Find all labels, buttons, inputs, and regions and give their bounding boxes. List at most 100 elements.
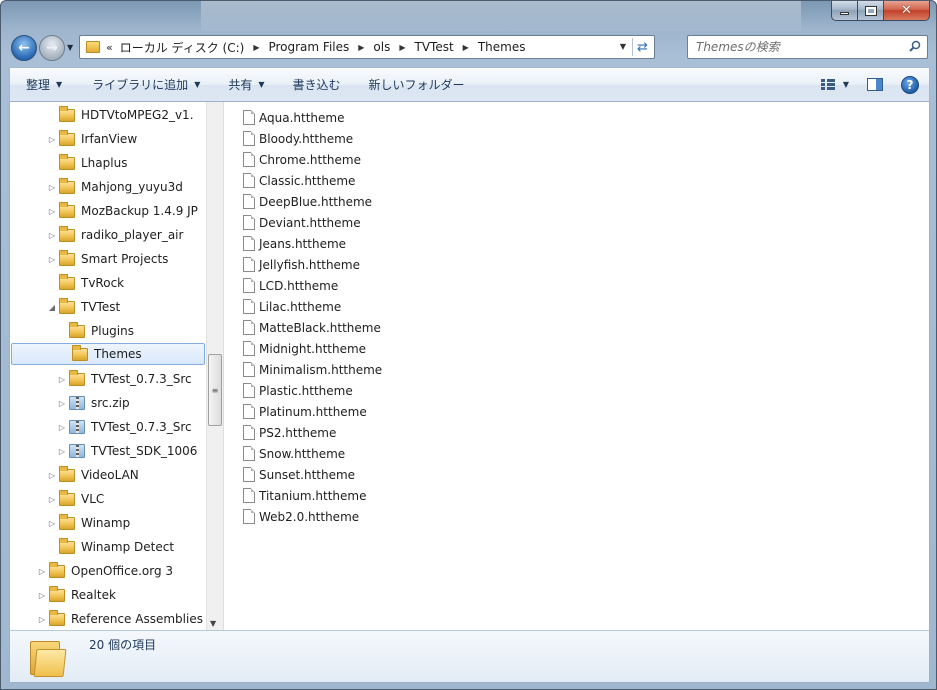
tree-item-label: Themes [94,347,142,361]
breadcrumb-program-files[interactable]: Program Files [268,40,349,54]
views-icon [820,78,835,91]
tree-item[interactable]: ▷ TVTest_SDK_1006 [10,440,206,462]
tree-item[interactable]: ▷ TVTest_0.7.3_Src [10,416,206,438]
tree-expand-icon[interactable]: ▷ [47,135,57,144]
tree-expand-icon[interactable]: ▷ [47,207,57,216]
tree-expand-icon[interactable]: ▷ [37,591,47,600]
breadcrumb-ols[interactable]: ols [373,40,390,54]
add-to-library-menu[interactable]: ライブラリに追加 ▼ [80,68,212,101]
tree-item[interactable]: TvRock [10,272,206,294]
tree-item[interactable]: ▷ IrfanView [10,128,206,150]
tree-item[interactable]: ▷ TVTest_0.7.3_Src [10,368,206,390]
forward-button[interactable]: → [39,35,65,61]
file-item[interactable]: Deviant.httheme [243,212,361,233]
tree-collapse-icon[interactable]: ◢ [47,303,57,312]
refresh-button[interactable]: ⇄ [632,38,652,56]
tree-expand-icon[interactable]: ▷ [57,447,67,456]
back-button[interactable]: ← [11,35,37,61]
file-item[interactable]: Jellyfish.httheme [243,254,360,275]
tree-expand-icon[interactable]: ▷ [37,567,47,576]
tree-item[interactable]: ▷ MozBackup 1.4.9 JP [10,200,206,222]
breadcrumb-tvtest[interactable]: TVTest [415,40,454,54]
file-item[interactable]: Web2.0.httheme [243,506,359,527]
search-box[interactable] [687,35,928,59]
tree-item[interactable]: Plugins [10,320,206,342]
navigation-pane[interactable]: HDTVtoMPEG2_v1. ▷ IrfanView Lhaplus ▷ Mahjong… [10,102,206,630]
file-item[interactable]: PS2.httheme [243,422,336,443]
file-item[interactable]: DeepBlue.httheme [243,191,372,212]
new-folder-button[interactable]: 新しいフォルダー [357,68,477,101]
tree-item[interactable]: ▷ OpenOffice.org 3 [10,560,206,582]
file-item[interactable]: Bloody.httheme [243,128,353,149]
tree-expand-icon[interactable]: ▷ [47,231,57,240]
file-item[interactable]: Plastic.httheme [243,380,353,401]
tree-expand-icon[interactable]: ▷ [47,471,57,480]
tree-item[interactable]: ▷ src.zip [10,392,206,414]
file-name: Bloody.httheme [259,131,354,146]
tree-expand-icon[interactable]: ▷ [47,495,57,504]
breadcrumb-local-disk[interactable]: ローカル ディスク (C:) [120,39,245,56]
maximize-button[interactable] [858,1,884,21]
tree-expand-icon[interactable]: ▷ [47,255,57,264]
tree-item[interactable]: ▷ Winamp [10,512,206,534]
file-item[interactable]: Platinum.httheme [243,401,367,422]
breadcrumb-separator-icon[interactable]: ▶ [253,43,259,52]
tree-expand-icon[interactable]: ▷ [57,423,67,432]
file-item[interactable]: Sunset.httheme [243,464,355,485]
tree-item[interactable]: ▷ VLC [10,488,206,510]
file-item[interactable]: Snow.httheme [243,443,345,464]
tree-expand-icon[interactable]: ▷ [57,375,67,384]
file-item[interactable]: Midnight.httheme [243,338,366,359]
tree-expand-icon[interactable]: ▷ [47,183,57,192]
tree-item[interactable]: ▷ radiko_player_air [10,224,206,246]
file-item[interactable]: Aqua.httheme [243,107,344,128]
chevron-down-icon[interactable]: ▼ [843,80,849,89]
navigation-scrollbar[interactable]: ≡ ▼ [206,102,223,630]
large-folder-icon [30,637,67,677]
minimize-button[interactable] [831,1,858,21]
tree-item[interactable]: ▷ Reference Assemblies [10,608,206,630]
file-item[interactable]: Titanium.httheme [243,485,366,506]
file-item[interactable]: MatteBlack.httheme [243,317,381,338]
tree-expand-icon[interactable]: ▷ [37,615,47,624]
change-view-button[interactable]: ▼ [820,78,849,91]
file-item[interactable]: Chrome.httheme [243,149,361,170]
share-menu[interactable]: 共有 ▼ [216,68,276,101]
refresh-icon: ⇄ [637,39,648,55]
file-item[interactable]: Lilac.httheme [243,296,341,317]
tree-item[interactable]: ◢ TVTest [10,296,206,318]
help-button[interactable]: ? [901,75,919,94]
recent-pages-dropdown[interactable]: ▼ [67,43,73,52]
preview-pane-button[interactable] [867,78,883,91]
file-item[interactable]: Minimalism.httheme [243,359,382,380]
tree-item[interactable]: Winamp Detect [10,536,206,558]
scrollbar-thumb[interactable]: ≡ [208,354,222,426]
tree-item[interactable]: ▷ Smart Projects [10,248,206,270]
breadcrumb-separator-icon[interactable]: ▶ [463,43,469,52]
search-input[interactable] [696,40,896,54]
scroll-down-icon[interactable]: ▼ [210,619,216,628]
address-history-dropdown[interactable]: ▼ [620,42,626,51]
file-item[interactable]: LCD.httheme [243,275,338,296]
organize-menu[interactable]: 整理 ▼ [14,68,74,101]
folder-icon [49,561,65,578]
close-button[interactable]: ✕ [884,1,930,21]
breadcrumb-themes[interactable]: Themes [478,40,526,54]
file-item[interactable]: Jeans.httheme [243,233,346,254]
tree-item[interactable]: Lhaplus [10,152,206,174]
tree-item[interactable]: HDTVtoMPEG2_v1. [10,104,206,126]
tree-item[interactable]: ▷ Mahjong_yuyu3d [10,176,206,198]
breadcrumb-separator-icon[interactable]: ▶ [399,43,405,52]
breadcrumb-overflow-button[interactable]: « [106,41,113,54]
tree-item[interactable]: ▷ VideoLAN [10,464,206,486]
file-list[interactable]: Aqua.httheme Bloody.httheme Chrome.httheme… [224,102,929,630]
search-icon[interactable] [909,40,921,52]
burn-button[interactable]: 書き込む [281,68,353,101]
breadcrumb-separator-icon[interactable]: ▶ [358,43,364,52]
address-bar[interactable]: « ローカル ディスク (C:) ▶ Program Files ▶ ols ▶… [79,35,655,59]
tree-expand-icon[interactable]: ▷ [57,399,67,408]
file-item[interactable]: Classic.httheme [243,170,355,191]
tree-expand-icon[interactable]: ▷ [47,519,57,528]
tree-item[interactable]: ▷ Realtek [10,584,206,606]
tree-item[interactable]: Themes [11,343,205,365]
